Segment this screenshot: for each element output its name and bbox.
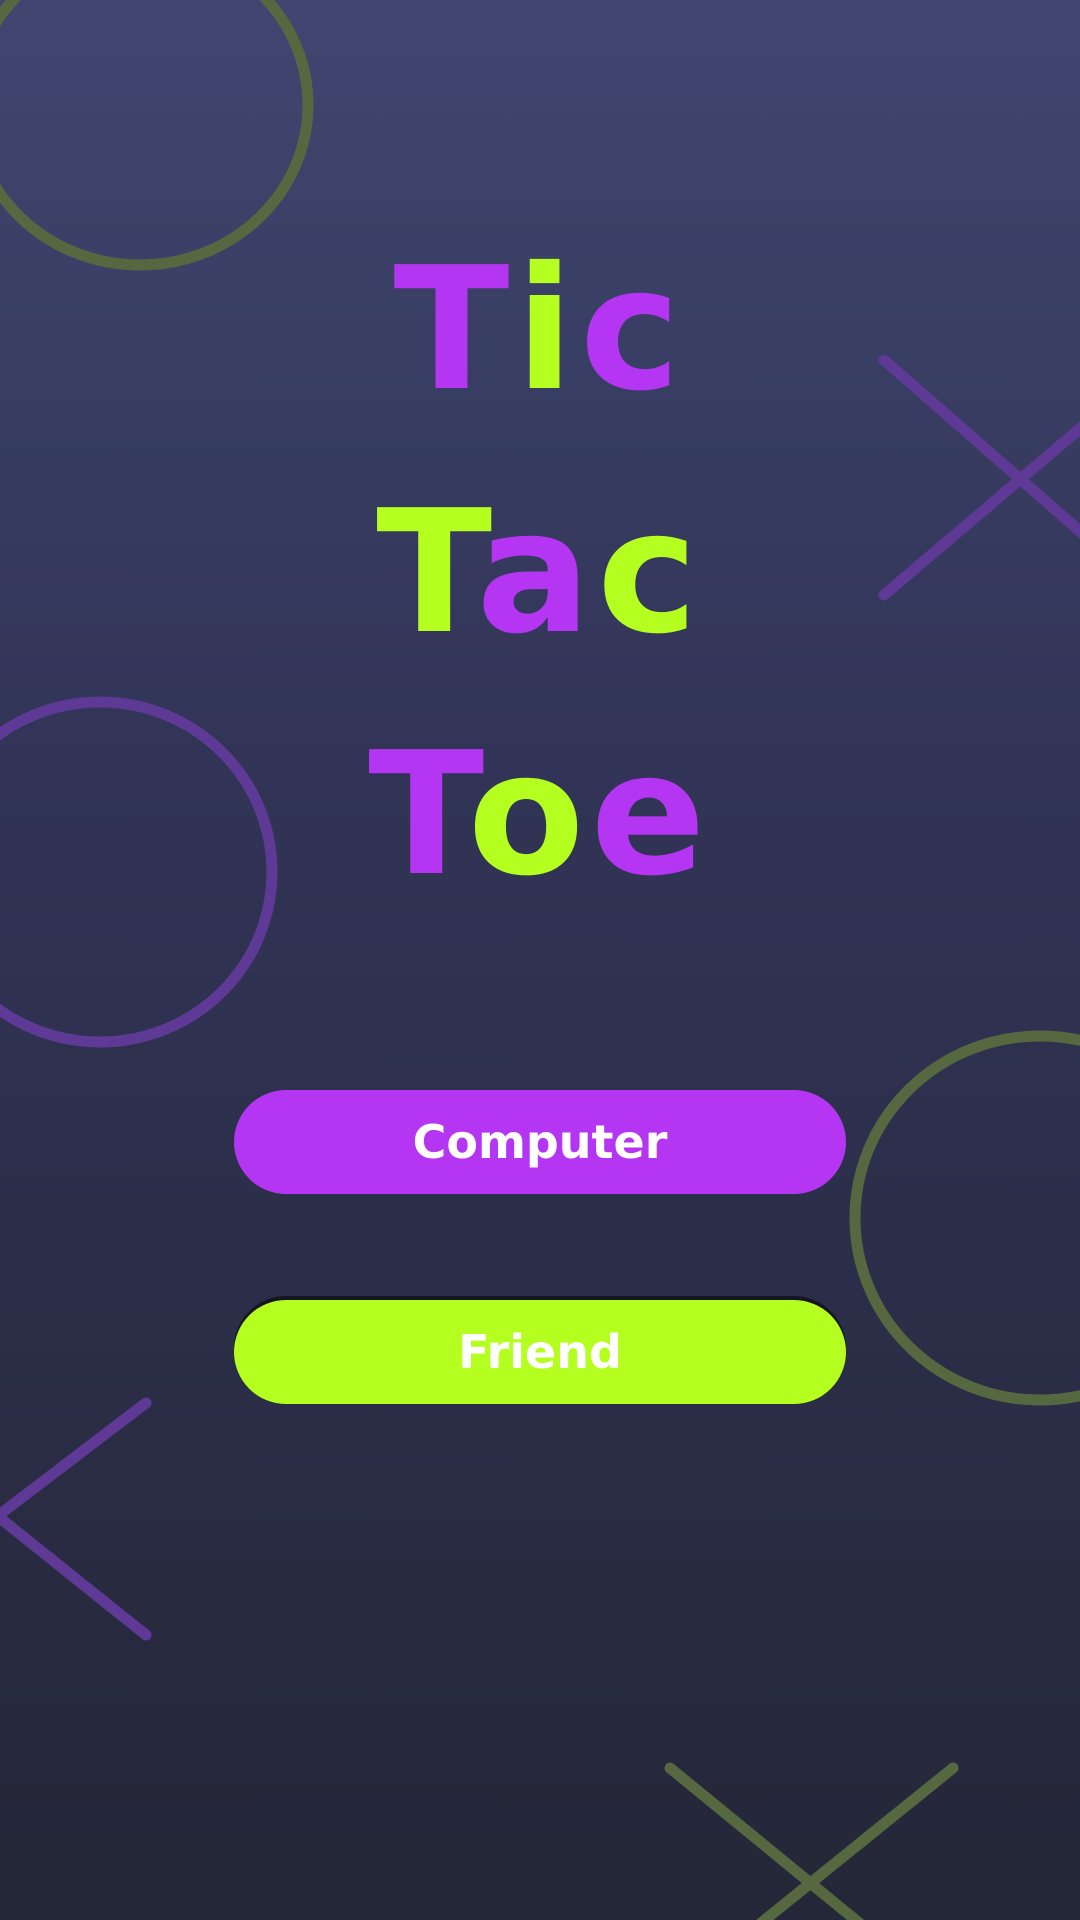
cross-bottom-right-decoration bbox=[664, 1762, 959, 1920]
title-letter: c bbox=[597, 474, 704, 672]
title-letter: c bbox=[579, 231, 687, 429]
game-title: Tic Tac Toe bbox=[0, 0, 1080, 950]
title-line-tac: Tac bbox=[0, 488, 1080, 658]
cross-bottom-left-decoration bbox=[0, 1397, 152, 1641]
play-vs-friend-button[interactable]: Friend bbox=[234, 1300, 846, 1404]
title-line-tic: Tic bbox=[0, 245, 1080, 415]
ring-right-decoration bbox=[849, 1030, 1080, 1406]
title-letter: T bbox=[393, 231, 516, 429]
title-letter: o bbox=[467, 716, 591, 914]
title-line-toe: Toe bbox=[0, 730, 1080, 900]
play-vs-computer-button[interactable]: Computer bbox=[234, 1090, 846, 1194]
title-letter: e bbox=[590, 716, 712, 914]
title-letter: a bbox=[476, 474, 597, 672]
title-letter: i bbox=[515, 231, 580, 429]
title-letter: T bbox=[368, 716, 468, 914]
title-letter: T bbox=[376, 474, 477, 672]
